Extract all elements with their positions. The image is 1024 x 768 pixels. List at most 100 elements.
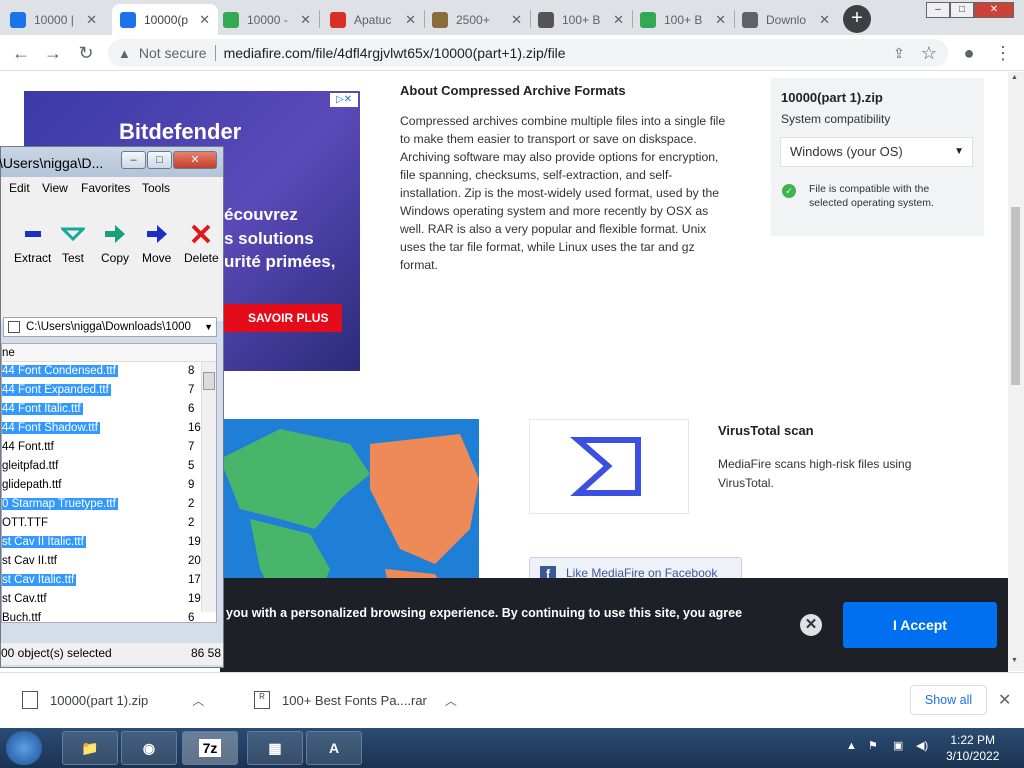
file-row[interactable]: glidepath.ttf 9: [2, 477, 200, 494]
close-tab-icon[interactable]: ✕: [613, 12, 624, 28]
menu-favorites[interactable]: Favorites: [81, 181, 130, 195]
file-row[interactable]: 44 Font Expanded.ttf 7: [2, 382, 200, 399]
show-all-button[interactable]: Show all: [910, 685, 987, 715]
minimize-button[interactable]: –: [121, 151, 146, 169]
url-text: mediafire.com/file/4dfl4rgjvlwt65x/10000…: [223, 45, 566, 61]
close-icon[interactable]: ✕: [800, 614, 822, 636]
accept-cookies-button[interactable]: I Accept: [843, 602, 997, 648]
maximize-button[interactable]: □: [147, 151, 172, 169]
chevron-up-icon[interactable]: ︿: [445, 692, 457, 709]
tab-title: 100+ B: [562, 12, 601, 27]
download-item[interactable]: 10000(part 1).zip ︿: [22, 691, 204, 709]
file-row[interactable]: 44 Font.ttf 7: [2, 439, 200, 456]
menu-edit[interactable]: Edit: [9, 181, 30, 195]
reload-button[interactable]: ↻: [75, 42, 97, 64]
browser-tab[interactable]: 10000 - ✕: [215, 4, 319, 35]
delete-button[interactable]: Delete: [184, 223, 219, 265]
close-icon[interactable]: ✕: [998, 690, 1011, 710]
chevron-up-icon[interactable]: ︿: [192, 692, 204, 709]
file-size: 8: [188, 365, 195, 377]
font-app-icon[interactable]: A: [306, 731, 362, 765]
file-row[interactable]: st Cav II Italic.ttf 19: [2, 534, 201, 551]
share-icon[interactable]: ⇪: [888, 42, 910, 64]
sevenzip-taskbar-icon[interactable]: 7z: [182, 731, 238, 765]
close-tab-icon[interactable]: ✕: [511, 12, 522, 28]
file-list[interactable]: ne 44 Font Condensed.ttf 8 44 Font Expande…: [1, 343, 217, 623]
browser-tab[interactable]: 10000 | ✕: [2, 4, 105, 35]
extract-button[interactable]: Extract: [14, 223, 51, 265]
scrollbar-thumb[interactable]: [203, 372, 215, 390]
path-combobox[interactable]: C:\Users\nigga\Downloads\1000 ▼: [3, 317, 217, 337]
file-row[interactable]: gleitpfad.ttf 5: [2, 458, 200, 475]
browser-tab[interactable]: 10000(p ✕: [112, 4, 218, 35]
close-tab-icon[interactable]: ✕: [405, 12, 416, 28]
system-clock[interactable]: 1:22 PM 3/10/2022: [946, 732, 999, 764]
close-tab-icon[interactable]: ✕: [715, 12, 726, 28]
scrollbar-thumb[interactable]: [1011, 207, 1020, 385]
close-window-button[interactable]: ✕: [974, 2, 1014, 18]
file-name: st Cav II Italic.ttf: [2, 536, 86, 548]
menu-icon[interactable]: ⋮: [992, 42, 1014, 64]
window-titlebar[interactable]: \Users\nigga\D... – □ ✕: [0, 147, 223, 177]
os-select[interactable]: Windows (your OS) ▼: [780, 137, 973, 167]
file-name: 44 Font Shadow.ttf: [2, 422, 100, 434]
close-tab-icon[interactable]: ✕: [300, 12, 311, 28]
browser-tab[interactable]: 2500+ ✕: [424, 4, 530, 35]
file-size: 5: [188, 460, 195, 472]
file-row[interactable]: st Cav Italic.ttf 17: [2, 572, 201, 589]
list-scrollbar[interactable]: [201, 362, 216, 612]
minimize-button[interactable]: –: [926, 2, 950, 18]
browser-tab[interactable]: Apatuc ✕: [322, 4, 424, 35]
status-bar: 00 object(s) selected 86 58: [1, 643, 223, 665]
network-icon[interactable]: ▣: [893, 739, 903, 752]
file-row[interactable]: st Cav II.ttf 20: [2, 553, 201, 570]
file-size: 2: [188, 498, 195, 510]
back-button[interactable]: ←: [10, 42, 32, 64]
chrome-icon[interactable]: ◉: [121, 731, 177, 765]
test-button[interactable]: Test: [61, 223, 85, 265]
file-name: st Cav II.ttf: [2, 555, 57, 567]
file-row[interactable]: Buch.ttf 6: [2, 610, 200, 622]
start-button[interactable]: [6, 731, 42, 765]
menu-tools[interactable]: Tools: [142, 181, 170, 195]
file-row[interactable]: 44 Font Shadow.ttf 16: [2, 420, 201, 437]
forward-button[interactable]: →: [42, 42, 64, 64]
browser-tab[interactable]: 100+ B ✕: [632, 4, 734, 35]
column-header-name[interactable]: ne: [2, 344, 216, 362]
file-row[interactable]: OTT.TTF 2: [2, 515, 200, 532]
explorer-icon[interactable]: 📁: [62, 731, 118, 765]
ad-choices-icon[interactable]: ▷✕: [330, 93, 358, 107]
file-name: st Cav.ttf: [2, 593, 47, 605]
page-scrollbar[interactable]: ▲ ▼: [1008, 72, 1024, 671]
profile-icon[interactable]: ●: [958, 42, 980, 64]
ad-cta-button[interactable]: SAVOIR PLUS: [214, 304, 342, 332]
volume-icon[interactable]: ◀): [916, 739, 928, 752]
bookmark-star-icon[interactable]: ☆: [918, 42, 940, 64]
delete-label: Delete: [184, 251, 219, 265]
download-item[interactable]: R 100+ Best Fonts Pa....rar ︿: [254, 691, 457, 709]
scroll-up-icon[interactable]: ▲: [1011, 74, 1018, 81]
scroll-down-icon[interactable]: ▼: [1011, 657, 1018, 664]
close-tab-icon[interactable]: ✕: [199, 12, 210, 28]
file-row[interactable]: 44 Font Italic.ttf 6: [2, 401, 200, 418]
file-row[interactable]: 44 Font Condensed.ttf 8: [2, 363, 200, 380]
copy-label: Copy: [101, 251, 130, 265]
task-manager-icon[interactable]: ▦: [247, 731, 303, 765]
copy-button[interactable]: Copy: [101, 223, 129, 265]
close-tab-icon[interactable]: ✕: [86, 12, 97, 28]
browser-tab[interactable]: 100+ B ✕: [530, 4, 632, 35]
mediafire-icon: [120, 11, 136, 28]
show-hidden-icons[interactable]: ▲: [846, 740, 857, 752]
address-bar[interactable]: ▲ Not secure mediafire.com/file/4dfl4rgj…: [108, 39, 948, 67]
menu-view[interactable]: View: [42, 181, 68, 195]
close-tab-icon[interactable]: ✕: [819, 12, 830, 28]
flag-icon[interactable]: ⚑: [868, 739, 878, 752]
maximize-button[interactable]: □: [950, 2, 974, 18]
new-tab-button[interactable]: +: [843, 5, 871, 33]
file-name: 10000(part 1).zip: [781, 90, 883, 105]
file-row[interactable]: st Cav.ttf 19: [2, 591, 201, 608]
move-button[interactable]: Move: [142, 223, 171, 265]
file-row[interactable]: 0 Starmap Truetype.ttf 2: [2, 496, 200, 513]
browser-tab[interactable]: Downlo ✕: [734, 4, 838, 35]
close-button[interactable]: ✕: [173, 151, 217, 169]
